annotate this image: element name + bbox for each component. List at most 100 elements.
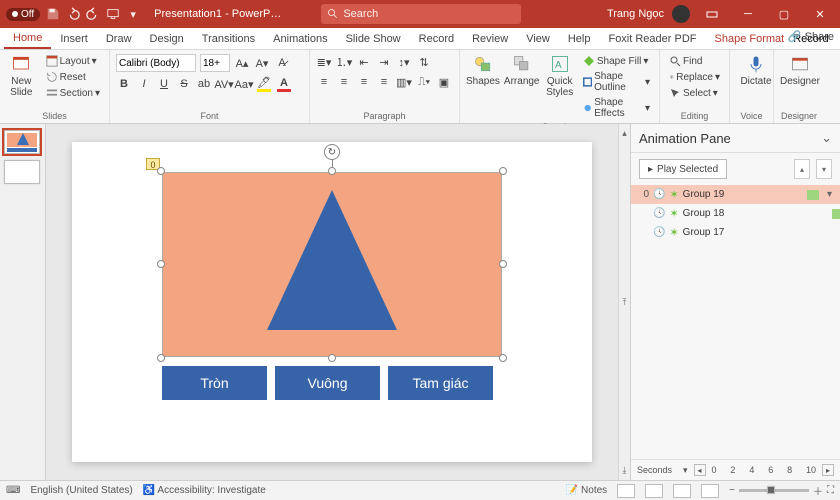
language-status[interactable]: English (United States) xyxy=(30,485,132,496)
quick-styles-button[interactable]: AQuick Styles xyxy=(544,54,576,98)
reset-button[interactable]: Reset xyxy=(43,70,103,84)
accessibility-status[interactable]: ♿ Accessibility: Investigate xyxy=(143,485,266,496)
shape-button-2[interactable]: Vuông xyxy=(275,366,380,400)
shadow-icon[interactable]: ab xyxy=(196,76,212,92)
play-selected-button[interactable]: ▸ Play Selected xyxy=(639,159,727,179)
indent-right-icon[interactable]: ⇥ xyxy=(376,54,392,70)
decrease-font-icon[interactable]: A▾ xyxy=(254,55,270,71)
find-button[interactable]: Find xyxy=(666,54,723,68)
shape-triangle[interactable] xyxy=(267,190,397,330)
smartart-icon[interactable]: ▣ xyxy=(436,74,452,90)
slide-thumbnail-1[interactable] xyxy=(4,130,40,154)
tab-shape-format[interactable]: Shape Format xyxy=(706,30,794,48)
timeline-next-icon[interactable]: ▸ xyxy=(822,464,834,476)
user-name[interactable]: Trang Ngọc xyxy=(607,8,664,20)
handle-tl[interactable] xyxy=(157,167,165,175)
autosave-toggle[interactable]: Off xyxy=(6,8,40,21)
font-color-icon[interactable]: A xyxy=(276,76,292,92)
slideshow-view-icon[interactable] xyxy=(701,484,719,498)
shape-fill-button[interactable]: Shape Fill ▾ xyxy=(580,54,653,68)
tab-foxit[interactable]: Foxit Reader PDF xyxy=(599,30,705,48)
slideshow-icon[interactable] xyxy=(106,7,120,21)
zoom-control[interactable]: − ＋ ⛶ xyxy=(729,483,834,498)
align-right-icon[interactable]: ≡ xyxy=(356,74,372,90)
maximize-button[interactable]: ▢ xyxy=(770,0,798,28)
align-center-icon[interactable]: ≡ xyxy=(336,74,352,90)
handle-br[interactable] xyxy=(499,354,507,362)
selected-group[interactable]: 0 xyxy=(162,172,502,357)
tab-animations[interactable]: Animations xyxy=(264,30,336,48)
share-button[interactable]: 🔗 Share xyxy=(788,30,834,43)
tab-slideshow[interactable]: Slide Show xyxy=(337,30,410,48)
item-menu-icon[interactable]: ▾ xyxy=(827,189,832,200)
ribbon-options-icon[interactable] xyxy=(698,0,726,28)
normal-view-icon[interactable] xyxy=(617,484,635,498)
slide-thumbnail-2[interactable] xyxy=(4,160,40,184)
tab-view[interactable]: View xyxy=(517,30,559,48)
handle-tm[interactable] xyxy=(328,167,336,175)
handle-bl[interactable] xyxy=(157,354,165,362)
shape-button-1[interactable]: Tròn xyxy=(162,366,267,400)
notes-button[interactable]: 📝 Notes xyxy=(566,485,607,496)
handle-bm[interactable] xyxy=(328,354,336,362)
fit-view-icon[interactable]: ⛶ xyxy=(827,485,834,496)
slide-canvas[interactable]: 0 Tròn Vuông Tam giá xyxy=(46,124,618,480)
arrange-button[interactable]: Arrange xyxy=(504,54,540,87)
highlight-icon[interactable]: 🖊 xyxy=(256,76,272,92)
close-button[interactable]: ✕ xyxy=(806,0,834,28)
line-spacing-icon[interactable]: ↕▾ xyxy=(396,54,412,70)
justify-icon[interactable]: ≡ xyxy=(376,74,392,90)
new-slide-button[interactable]: New Slide xyxy=(6,54,37,98)
save-icon[interactable] xyxy=(46,7,60,21)
animation-item-1[interactable]: 0 🕓 ✶ Group 19 ▾ xyxy=(631,185,840,204)
shape-effects-button[interactable]: Shape Effects ▾ xyxy=(580,96,653,120)
align-text-icon[interactable]: ⎍▾ xyxy=(416,74,432,90)
tab-design[interactable]: Design xyxy=(141,30,193,48)
prev-slide-icon[interactable]: ⤒ xyxy=(623,297,627,308)
text-direction-icon[interactable]: ⇅ xyxy=(416,54,432,70)
zoom-slider[interactable] xyxy=(739,489,809,492)
tab-record[interactable]: Record xyxy=(410,30,463,48)
font-name-combo[interactable] xyxy=(116,54,196,72)
animation-item-2[interactable]: 🕓 ✶ Group 18 xyxy=(631,204,840,223)
select-button[interactable]: Select ▾ xyxy=(666,86,723,100)
handle-mr[interactable] xyxy=(499,260,507,268)
handle-tr[interactable] xyxy=(499,167,507,175)
bullets-icon[interactable]: ≣▾ xyxy=(316,54,332,70)
qat-dropdown-icon[interactable]: ▾ xyxy=(126,7,140,21)
move-down-button[interactable]: ▾ xyxy=(816,159,832,179)
animation-item-3[interactable]: 🕓 ✶ Group 17 xyxy=(631,223,840,242)
tab-help[interactable]: Help xyxy=(559,30,600,48)
reading-view-icon[interactable] xyxy=(673,484,691,498)
dictate-button[interactable]: Dictate xyxy=(736,54,776,87)
user-avatar[interactable] xyxy=(672,5,690,23)
italic-icon[interactable]: I xyxy=(136,76,152,92)
clear-format-icon[interactable]: A̷ xyxy=(274,55,290,71)
move-up-button[interactable]: ▴ xyxy=(794,159,810,179)
redo-icon[interactable] xyxy=(86,7,100,21)
replace-button[interactable]: Replace ▾ xyxy=(666,70,723,84)
spellcheck-icon[interactable]: ⌨ xyxy=(6,485,20,496)
shapes-button[interactable]: Shapes xyxy=(466,54,500,87)
bold-icon[interactable]: B xyxy=(116,76,132,92)
designer-button[interactable]: Designer xyxy=(780,54,820,87)
layout-button[interactable]: Layout ▾ xyxy=(43,54,103,68)
tab-review[interactable]: Review xyxy=(463,30,517,48)
tab-insert[interactable]: Insert xyxy=(51,30,97,48)
sorter-view-icon[interactable] xyxy=(645,484,663,498)
section-button[interactable]: Section ▾ xyxy=(43,86,103,100)
spacing-icon[interactable]: AV▾ xyxy=(216,76,232,92)
minimize-button[interactable]: ─ xyxy=(734,0,762,28)
align-left-icon[interactable]: ≡ xyxy=(316,74,332,90)
shape-button-3[interactable]: Tam giác xyxy=(388,366,493,400)
tab-home[interactable]: Home xyxy=(4,29,51,49)
font-size-combo[interactable] xyxy=(200,54,230,72)
handle-ml[interactable] xyxy=(157,260,165,268)
shape-outline-button[interactable]: Shape Outline ▾ xyxy=(580,70,653,94)
strike-icon[interactable]: S xyxy=(176,76,192,92)
timeline-bar[interactable] xyxy=(832,209,840,219)
undo-icon[interactable] xyxy=(66,7,80,21)
animation-pane-collapse-icon[interactable]: ⌄ xyxy=(821,130,832,146)
timeline-bar[interactable] xyxy=(807,190,819,200)
tab-draw[interactable]: Draw xyxy=(97,30,141,48)
